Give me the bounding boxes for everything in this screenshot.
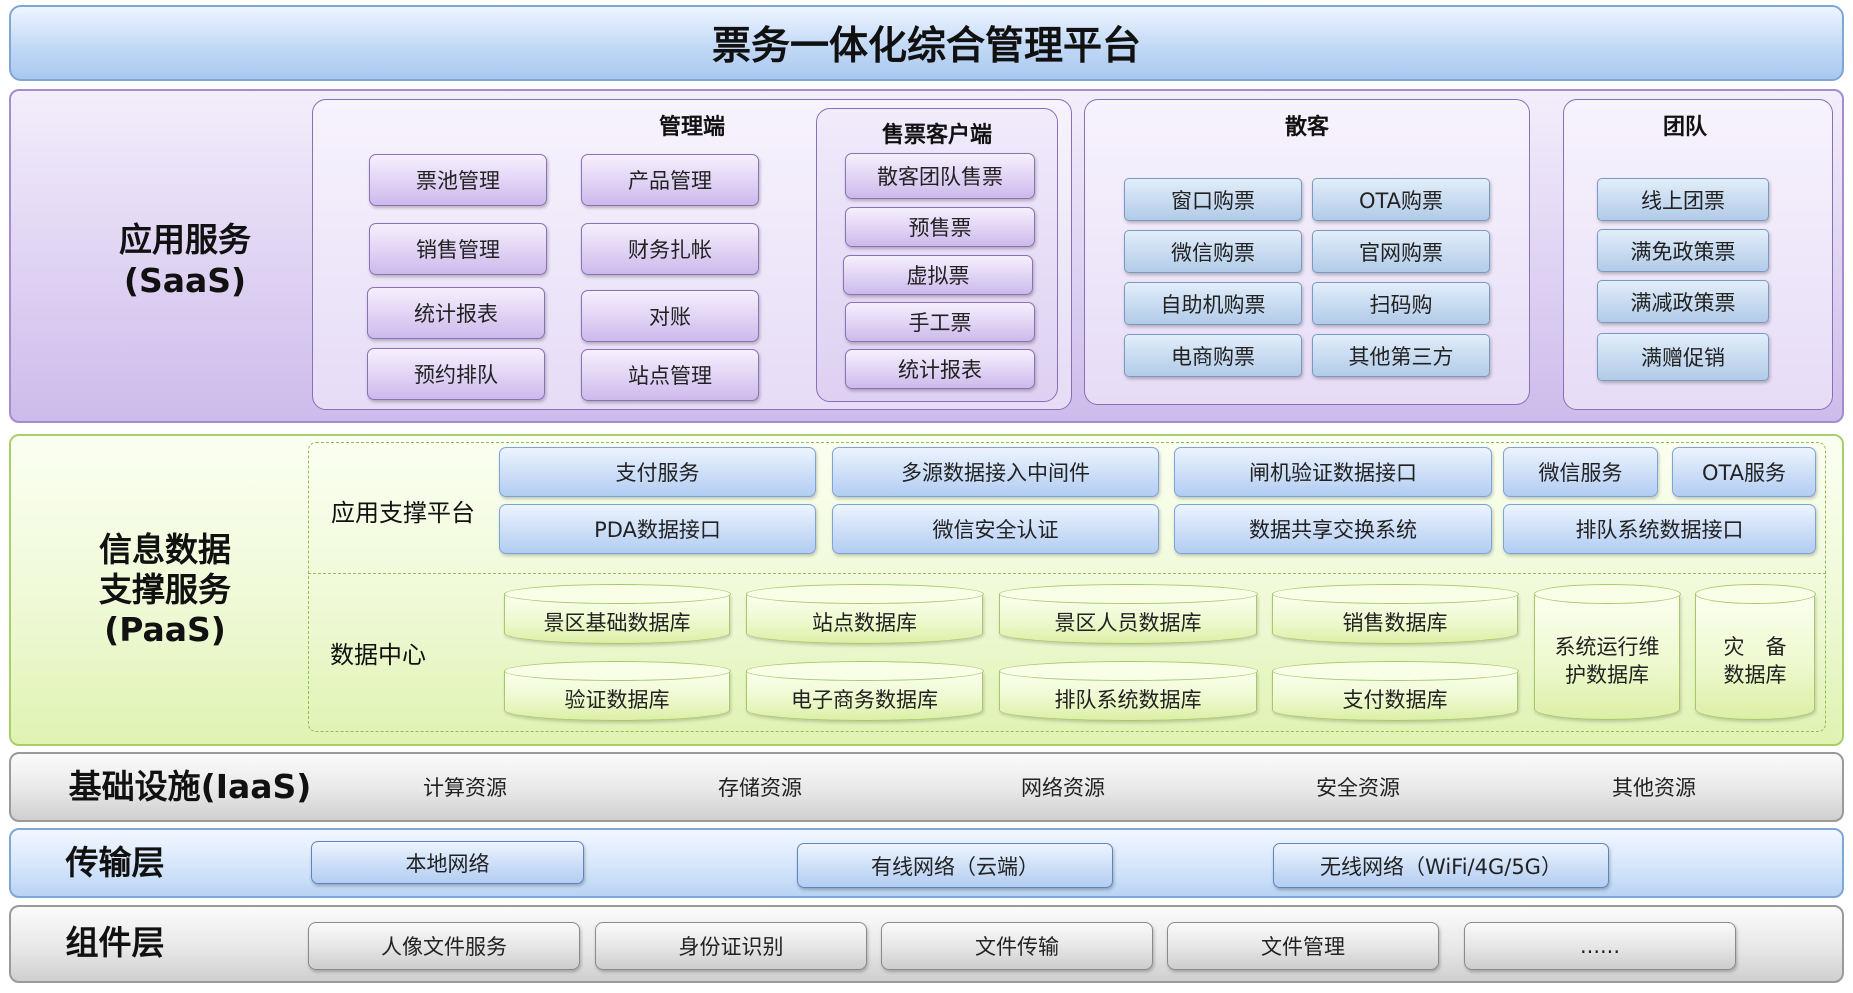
- transport-item: 无线网络（WiFi/4G/5G）: [1273, 843, 1609, 888]
- database-label: 站点数据库: [812, 610, 917, 635]
- saas-label-line2: (SaaS): [123, 261, 247, 300]
- paas-label-line3: (PaaS): [104, 610, 226, 650]
- database-label: 景区人员数据库: [1054, 610, 1202, 635]
- database-label-line2: 护数据库: [1565, 662, 1649, 687]
- database-label: 销售数据库: [1342, 610, 1448, 635]
- support-item: 支付服务: [499, 447, 816, 497]
- iaas-item: 网络资源: [1021, 776, 1105, 800]
- paas-layer-label: 信息数据 支撑服务 (PaaS): [80, 525, 250, 655]
- support-item: 数据共享交换系统: [1174, 504, 1492, 554]
- database-label: 电子商务数据库: [791, 687, 938, 712]
- team-item: 满免政策票: [1597, 229, 1769, 272]
- database-label-line2: 数据库: [1723, 662, 1787, 687]
- support-platform-label: 应用支撑平台: [331, 498, 475, 527]
- mgmt-item: 预约排队: [367, 348, 545, 400]
- mgmt-item: 票池管理: [369, 154, 547, 206]
- database-cylinder-tall: 系统运行维 护数据库: [1533, 584, 1681, 720]
- iaas-layer-label: 基础设施(IaaS): [68, 767, 312, 807]
- team-title: 团队: [1662, 115, 1707, 140]
- iaas-item: 计算资源: [423, 776, 507, 800]
- saas-layer-label: 应用服务 (SaaS): [90, 210, 280, 310]
- iaas-item: 其他资源: [1612, 776, 1696, 800]
- database-cylinder: 景区基础数据库: [503, 584, 731, 644]
- support-item: 微信服务: [1503, 447, 1658, 497]
- mgmt-item: 销售管理: [369, 223, 547, 275]
- team-item: 线上团票: [1597, 178, 1769, 221]
- individual-item: 扫码购: [1312, 282, 1490, 325]
- database-cylinder: 电子商务数据库: [745, 661, 984, 721]
- individual-item: 窗口购票: [1124, 178, 1302, 221]
- transport-layer-label: 传输层: [65, 843, 165, 883]
- individual-item: 官网购票: [1312, 230, 1490, 273]
- individual-item: 自助机购票: [1124, 282, 1302, 325]
- saas-label-line1: 应用服务: [119, 219, 251, 259]
- individual-item: 其他第三方: [1312, 334, 1490, 377]
- database-cylinder: 站点数据库: [745, 584, 984, 644]
- support-item: PDA数据接口: [499, 504, 816, 554]
- component-item: 文件管理: [1167, 922, 1439, 970]
- database-cylinder: 支付数据库: [1271, 661, 1519, 721]
- database-cylinder-tall: 灾 备 数据库: [1694, 584, 1816, 720]
- component-item: ......: [1464, 922, 1736, 970]
- individual-item: 电商购票: [1124, 334, 1302, 377]
- client-item: 散客团队售票: [845, 153, 1035, 199]
- support-item: OTA服务: [1672, 447, 1816, 497]
- database-label-line1: 系统运行维: [1554, 635, 1660, 660]
- client-item: 预售票: [845, 207, 1035, 247]
- support-item: 多源数据接入中间件: [832, 447, 1159, 497]
- ticket-client-title: 售票客户端: [881, 123, 992, 148]
- database-cylinder: 景区人员数据库: [998, 584, 1258, 644]
- database-label: 支付数据库: [1342, 687, 1448, 712]
- database-cylinder: 销售数据库: [1271, 584, 1519, 644]
- client-item: 统计报表: [845, 349, 1035, 389]
- team-item: 满减政策票: [1597, 280, 1769, 323]
- management-title: 管理端: [658, 115, 725, 140]
- database-label-line1: 灾 备: [1723, 635, 1787, 660]
- mgmt-item: 产品管理: [581, 154, 759, 206]
- mgmt-item: 对账: [581, 290, 759, 342]
- database-label: 验证数据库: [564, 687, 670, 712]
- support-item: 排队系统数据接口: [1503, 504, 1816, 554]
- component-item: 文件传输: [881, 922, 1153, 970]
- iaas-item: 安全资源: [1316, 776, 1400, 800]
- paas-label-line2: 支撑服务: [99, 569, 231, 609]
- support-item: 闸机验证数据接口: [1174, 447, 1492, 497]
- mgmt-item: 统计报表: [367, 287, 545, 339]
- database-label: 排队系统数据库: [1054, 687, 1202, 712]
- data-center-label: 数据中心: [330, 640, 426, 669]
- transport-item: 本地网络: [311, 841, 584, 884]
- client-item: 手工票: [845, 302, 1035, 342]
- platform-title: 票务一体化综合管理平台: [9, 5, 1844, 81]
- client-item: 虚拟票: [843, 255, 1033, 295]
- database-cylinder: 验证数据库: [503, 661, 731, 721]
- database-label: 景区基础数据库: [543, 610, 691, 635]
- transport-item: 有线网络（云端）: [797, 843, 1113, 888]
- component-item: 人像文件服务: [308, 922, 580, 970]
- iaas-item: 存储资源: [718, 776, 802, 800]
- individual-item: OTA购票: [1312, 178, 1490, 221]
- individual-title: 散客: [1284, 115, 1329, 140]
- component-item: 身份证识别: [595, 922, 867, 970]
- mgmt-item: 站点管理: [581, 349, 759, 401]
- support-item: 微信安全认证: [832, 504, 1159, 554]
- component-layer-label: 组件层: [65, 923, 165, 963]
- individual-item: 微信购票: [1124, 230, 1302, 273]
- database-cylinder: 排队系统数据库: [998, 661, 1258, 721]
- mgmt-item: 财务扎帐: [581, 223, 759, 275]
- paas-label-line1: 信息数据: [99, 529, 231, 569]
- team-item: 满赠促销: [1597, 333, 1769, 381]
